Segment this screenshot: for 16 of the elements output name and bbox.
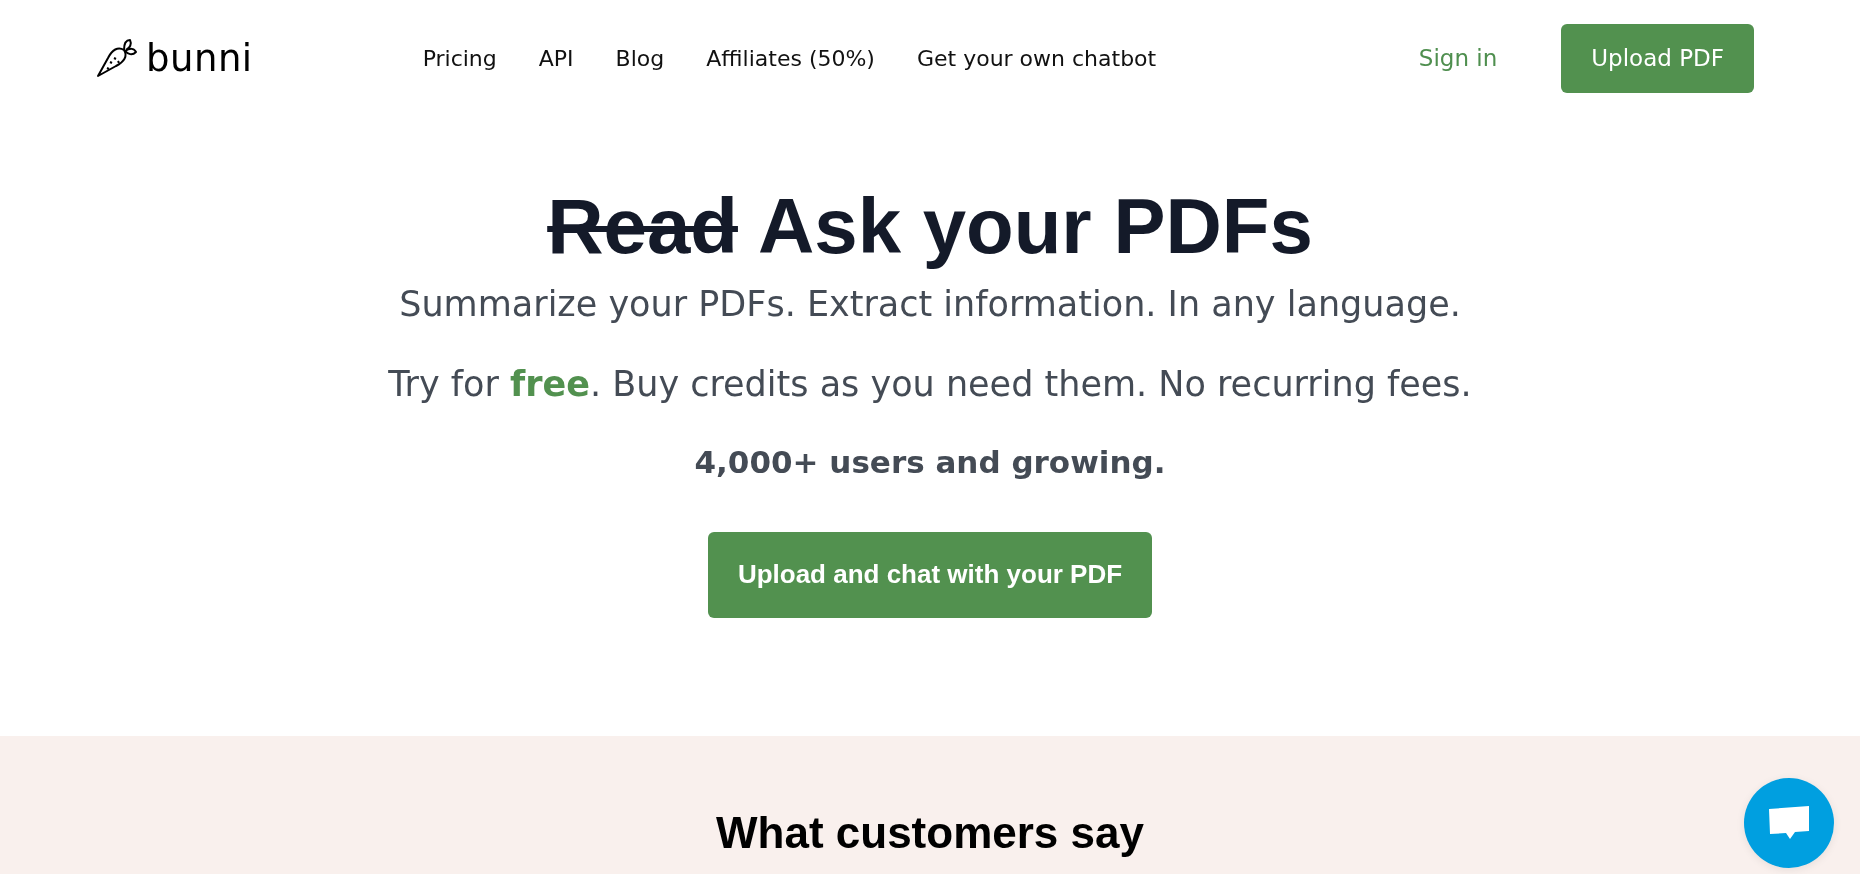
- logo[interactable]: bunni: [94, 36, 253, 80]
- nav-link[interactable]: Blog: [615, 45, 665, 71]
- section-title: What customers say: [716, 808, 1144, 858]
- headline: Ask your PDFs: [757, 181, 1313, 272]
- users-count: 4,000+ users and growing.: [694, 443, 1166, 480]
- upload-pdf-button[interactable]: Upload PDF: [1561, 23, 1754, 93]
- sign-in-link[interactable]: Sign in: [1418, 45, 1498, 71]
- offer-text: Try for free. Buy credits as you need them. No recurring fees.: [388, 363, 1472, 404]
- nav-link[interactable]: Get your own chatbot: [916, 45, 1157, 71]
- struck-word: Read: [547, 181, 738, 272]
- carrot-icon: [94, 36, 138, 80]
- nav-link[interactable]: API: [538, 45, 574, 71]
- nav-link[interactable]: Affiliates (50%): [706, 45, 875, 71]
- nav-link[interactable]: Pricing: [422, 45, 497, 71]
- upload-chat-button[interactable]: Upload and chat with your PDF: [707, 531, 1153, 618]
- tagline: Summarize your PDFs. Extract information. In any language.: [399, 283, 1461, 324]
